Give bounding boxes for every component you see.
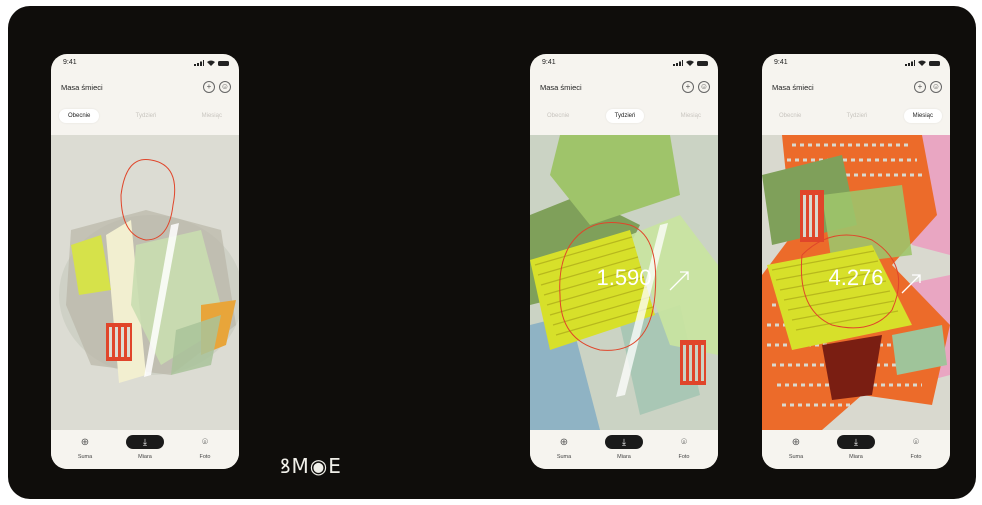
signal-icon [194, 60, 204, 66]
app-header: Masa śmieci + ☺ [51, 74, 239, 102]
profile-button[interactable]: ☺ [930, 81, 942, 93]
brand-logo: ꝸM◉E [280, 454, 342, 478]
phone-screen-week: 9:41 Masa śmieci + ☺ Obecnie Tydzień Mie… [530, 54, 718, 469]
tab-miesiac[interactable]: Miesiąc [903, 109, 942, 123]
app-header: Masa śmieci + ☺ [530, 74, 718, 102]
tab-obecnie[interactable]: Obecnie [59, 109, 100, 123]
mass-value: 4.276 [828, 265, 884, 290]
nav-label: Suma [556, 454, 572, 460]
tab-obecnie[interactable]: Obecnie [538, 109, 578, 123]
battery-icon [218, 60, 229, 66]
status-time: 9:41 [774, 59, 788, 66]
download-icon: ⤓ [605, 435, 643, 449]
weave-pattern [800, 190, 824, 242]
status-time: 9:41 [63, 59, 77, 66]
trash-visualization: 1.590 [530, 135, 718, 430]
nav-label: Miara [617, 454, 631, 460]
nav-suma[interactable]: ⊕ Suma [776, 435, 816, 461]
battery-icon [929, 60, 940, 66]
status-time: 9:41 [542, 59, 556, 66]
nav-foto[interactable]: ⌾ Foto [896, 435, 936, 461]
trash-visualization [51, 135, 239, 430]
tab-tydzien[interactable]: Tydzień [838, 109, 877, 123]
download-icon: ⤓ [126, 435, 164, 449]
nav-label: Suma [77, 454, 93, 460]
wifi-icon [686, 60, 694, 66]
profile-button[interactable]: ☺ [219, 81, 231, 93]
signal-icon [905, 60, 915, 66]
tab-obecnie[interactable]: Obecnie [770, 109, 810, 123]
period-tabs: Obecnie Tydzień Miesiąc [59, 107, 231, 125]
tab-miesiac[interactable]: Miesiąc [193, 109, 231, 123]
page-title: Masa śmieci [61, 83, 103, 92]
nav-foto[interactable]: ⌾ Foto [664, 435, 704, 461]
wifi-icon [207, 60, 215, 66]
signal-icon [673, 60, 683, 66]
nav-label: Foto [199, 454, 211, 460]
crosshair-icon: ⊕ [80, 436, 90, 448]
crosshair-icon: ⊕ [791, 436, 801, 448]
status-bar: 9:41 [530, 54, 718, 74]
nav-miara[interactable]: ⤓ Miara [125, 435, 165, 460]
nav-foto[interactable]: ⌾ Foto [185, 435, 225, 461]
trash-visualization: 4.276 [762, 135, 950, 430]
nav-suma[interactable]: ⊕ Suma [544, 435, 584, 461]
nav-label: Miara [849, 454, 863, 460]
weave-pattern [680, 340, 706, 385]
nav-miara[interactable]: ⤓ Miara [604, 435, 644, 460]
crosshair-icon: ⊕ [559, 436, 569, 448]
nav-miara[interactable]: ⤓ Miara [836, 435, 876, 460]
nav-label: Suma [788, 454, 804, 460]
profile-button[interactable]: ☺ [698, 81, 710, 93]
bottom-nav: ⊕ Suma ⤓ Miara ⌾ Foto [762, 430, 950, 469]
period-tabs: Obecnie Tydzień Miesiąc [538, 107, 710, 125]
phone-screen-month: 9:41 Masa śmieci + ☺ Obecnie Tydzień Mie… [762, 54, 950, 469]
mass-value: 1.590 [596, 265, 652, 290]
tab-miesiac[interactable]: Miesiąc [672, 109, 710, 123]
tab-tydzien[interactable]: Tydzień [605, 109, 645, 123]
download-icon: ⤓ [837, 435, 875, 449]
app-header: Masa śmieci + ☺ [762, 74, 950, 102]
tab-tydzien[interactable]: Tydzień [127, 109, 166, 123]
weave-pattern [106, 323, 132, 361]
scan-icon: ⌾ [681, 436, 687, 448]
phone-screen-current: 9:41 Masa śmieci + ☺ Obecnie Tydzień Mie… [51, 54, 239, 469]
scan-icon: ⌾ [913, 436, 919, 448]
bottom-nav: ⊕ Suma ⤓ Miara ⌾ Foto [51, 430, 239, 469]
scan-icon: ⌾ [202, 436, 208, 448]
period-tabs: Obecnie Tydzień Miesiąc [770, 107, 942, 125]
status-bar: 9:41 [51, 54, 239, 74]
page-title: Masa śmieci [540, 83, 582, 92]
nav-suma[interactable]: ⊕ Suma [65, 435, 105, 461]
wifi-icon [918, 60, 926, 66]
add-button[interactable]: + [914, 81, 926, 93]
nav-label: Foto [678, 454, 690, 460]
battery-icon [697, 60, 708, 66]
presentation-board: 9:41 Masa śmieci + ☺ Obecnie Tydzień Mie… [8, 6, 976, 499]
add-button[interactable]: + [682, 81, 694, 93]
status-bar: 9:41 [762, 54, 950, 74]
bottom-nav: ⊕ Suma ⤓ Miara ⌾ Foto [530, 430, 718, 469]
page-title: Masa śmieci [772, 83, 814, 92]
nav-label: Miara [138, 454, 152, 460]
add-button[interactable]: + [203, 81, 215, 93]
nav-label: Foto [910, 454, 922, 460]
